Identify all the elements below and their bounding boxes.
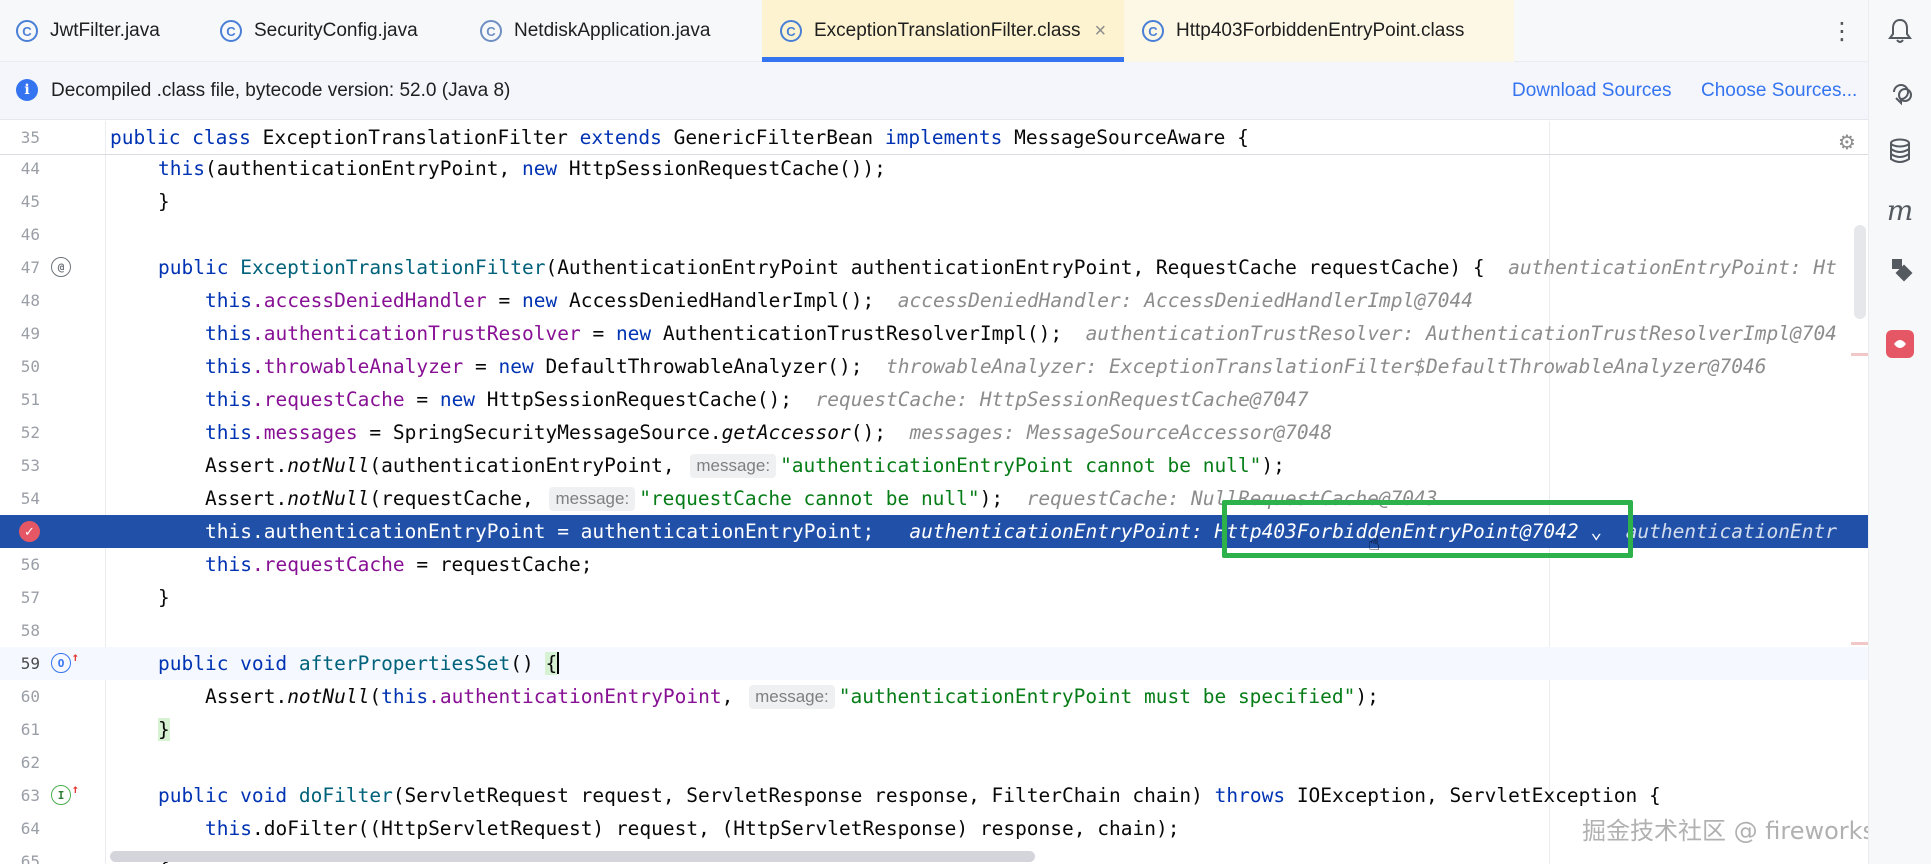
line-number: 58 <box>20 621 40 640</box>
code-line: 44 this(authenticationEntryPoint, new Ht… <box>0 152 1868 185</box>
parameter-hint: message: <box>690 454 777 478</box>
highlighted-value-box <box>1222 500 1633 558</box>
jetbrains-ai-icon[interactable] <box>1886 330 1914 358</box>
error-stripe-mark[interactable] <box>1851 353 1868 356</box>
line-number: 35 <box>20 128 40 147</box>
code-line: 57 } <box>0 581 1868 614</box>
tab-http403forbiddenentrypoint[interactable]: C Http403ForbiddenEntryPoint.class <box>1124 0 1514 62</box>
line-number: 57 <box>20 588 40 607</box>
decompiled-info-banner: i Decompiled .class file, bytecode versi… <box>0 62 1868 120</box>
horizontal-scrollbar[interactable] <box>110 851 1035 862</box>
plugin-icon[interactable] <box>1883 252 1917 286</box>
line-number: 53 <box>20 456 40 475</box>
breakpoint-icon[interactable]: ✓ <box>19 521 40 542</box>
line-number: 64 <box>20 819 40 838</box>
annotation-gutter-icon[interactable]: @ <box>51 257 71 277</box>
class-icon: C <box>16 20 38 42</box>
vertical-scrollbar[interactable] <box>1854 225 1866 319</box>
line-number: 54 <box>20 489 40 508</box>
code-line: 60 Assert.notNull(this.authenticationEnt… <box>0 680 1868 713</box>
class-icon: C <box>1142 20 1164 42</box>
line-number: 46 <box>20 225 40 244</box>
line-number: 44 <box>20 159 40 178</box>
mouse-pointer-icon: ☝ <box>1368 533 1381 555</box>
tab-label: SecurityConfig.java <box>254 20 418 41</box>
code-editor[interactable]: 35 public class ExceptionTranslationFilt… <box>0 121 1868 864</box>
tab-label: ExceptionTranslationFilter.class <box>814 20 1081 41</box>
code-line: 52 this.messages = SpringSecurityMessage… <box>0 416 1868 449</box>
right-tool-window-bar: m <box>1868 0 1931 864</box>
line-number: 62 <box>20 753 40 772</box>
parameter-hint: message: <box>549 487 636 511</box>
code-line: 46 <box>0 218 1868 251</box>
code-line: 63 I ↑ public void doFilter(ServletReques… <box>0 779 1868 812</box>
line-number: 51 <box>20 390 40 409</box>
overrides-method-icon[interactable]: O ↑ <box>51 650 79 673</box>
spring-class-icon: C <box>480 20 502 42</box>
choose-sources-link[interactable]: Choose Sources... <box>1701 80 1857 102</box>
code-line: 58 <box>0 614 1868 647</box>
line-number: 52 <box>20 423 40 442</box>
implements-method-icon[interactable]: I ↑ <box>51 782 79 805</box>
editor-tab-bar: C JwtFilter.java C SecurityConfig.java C… <box>0 0 1868 62</box>
parameter-hint: message: <box>749 685 835 709</box>
database-icon[interactable] <box>1883 134 1917 168</box>
code-line: 62 <box>0 746 1868 779</box>
close-tab-icon[interactable]: × <box>1094 20 1106 43</box>
tab-netdiskapplication[interactable]: C NetdiskApplication.java <box>480 0 710 62</box>
line-number: 48 <box>20 291 40 310</box>
code-line: 50 this.throwableAnalyzer = new DefaultT… <box>0 350 1868 383</box>
code-line: 61 } <box>0 713 1868 746</box>
line-number: 50 <box>20 357 40 376</box>
line-number: 49 <box>20 324 40 343</box>
banner-text: Decompiled .class file, bytecode version… <box>51 80 511 101</box>
code-line: 47 @ public ExceptionTranslationFilter(A… <box>0 251 1868 284</box>
error-stripe-mark[interactable] <box>1851 642 1868 645</box>
more-tabs-icon[interactable]: ⋮ <box>1828 14 1856 48</box>
code-line: 49 this.authenticationTrustResolver = ne… <box>0 317 1868 350</box>
download-sources-link[interactable]: Download Sources <box>1512 80 1671 102</box>
line-number: 61 <box>20 720 40 739</box>
tab-securityconfig[interactable]: C SecurityConfig.java <box>220 0 418 62</box>
text-caret <box>557 652 560 674</box>
class-icon: C <box>220 20 242 42</box>
line-number: 59 <box>20 654 40 673</box>
notifications-icon[interactable] <box>1883 14 1917 48</box>
line-number: 47 <box>20 258 40 277</box>
line-number: 56 <box>20 555 40 574</box>
code-line: 51 this.requestCache = new HttpSessionRe… <box>0 383 1868 416</box>
code-line: 53 Assert.notNull(authenticationEntryPoi… <box>0 449 1868 482</box>
code-line: 48 this.accessDeniedHandler = new Access… <box>0 284 1868 317</box>
ai-assistant-icon[interactable] <box>1883 75 1917 109</box>
line-number: 60 <box>20 687 40 706</box>
class-icon: C <box>780 20 802 42</box>
caret-line: 59 O ↑ public void afterPropertiesSet() { <box>0 647 1868 680</box>
tab-label: NetdiskApplication.java <box>514 20 711 41</box>
line-number: 63 <box>20 786 40 805</box>
info-icon: i <box>16 79 38 101</box>
tab-jwtfilter[interactable]: C JwtFilter.java <box>16 0 160 62</box>
line-number: 65 <box>20 852 40 864</box>
tab-label: JwtFilter.java <box>50 20 160 41</box>
sticky-line: 35 public class ExceptionTranslationFilt… <box>0 121 1868 154</box>
code-line: 45 } <box>0 185 1868 218</box>
line-number: 45 <box>20 192 40 211</box>
maven-icon[interactable]: m <box>1883 193 1917 227</box>
tab-exceptiontranslationfilter[interactable]: C ExceptionTranslationFilter.class × <box>762 0 1124 62</box>
tab-label: Http403ForbiddenEntryPoint.class <box>1176 20 1465 41</box>
editor-settings-icon[interactable]: ⚙ <box>1836 131 1858 154</box>
watermark: 掘金技术社区 @ fireworks99 <box>1582 817 1868 845</box>
